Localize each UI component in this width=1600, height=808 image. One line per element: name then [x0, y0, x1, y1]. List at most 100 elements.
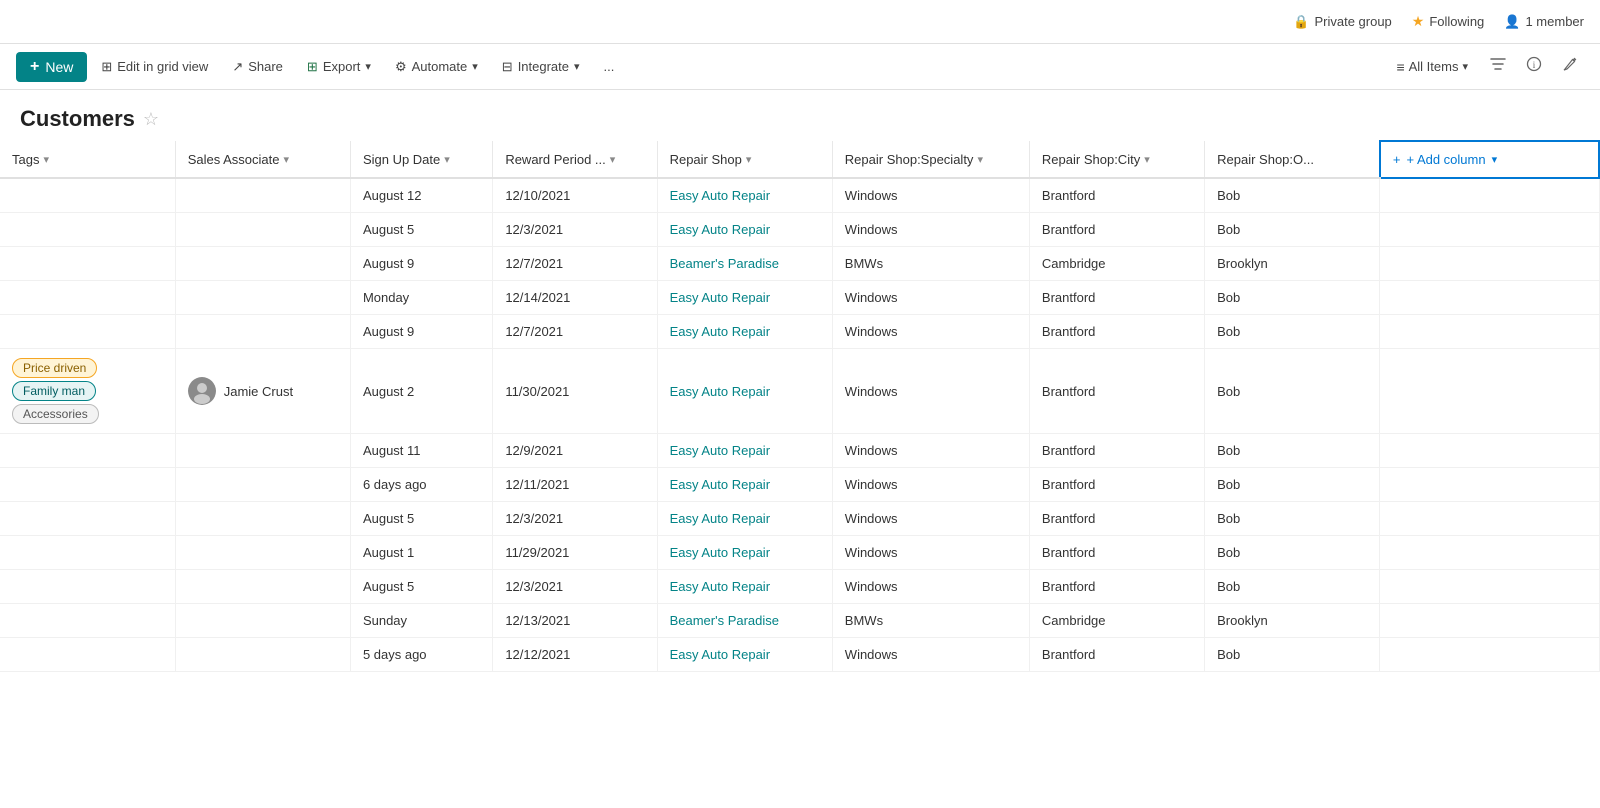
col-header-repair-shop[interactable]: Repair Shop ▾: [657, 141, 832, 178]
cell-repair-shop[interactable]: Beamer's Paradise: [657, 604, 832, 638]
table-row[interactable]: August 111/29/2021Easy Auto RepairWindow…: [0, 536, 1599, 570]
view-selector[interactable]: ≡ All Items ▾: [1388, 55, 1476, 79]
repair-shop-link[interactable]: Easy Auto Repair: [670, 579, 770, 594]
repair-shop-link[interactable]: Easy Auto Repair: [670, 477, 770, 492]
col-sales-associate-label: Sales Associate: [188, 152, 280, 167]
automate-button[interactable]: ⚙ Automate ▾: [385, 54, 488, 80]
table-row[interactable]: 5 days ago12/12/2021Easy Auto RepairWind…: [0, 638, 1599, 672]
cell-repair-shop[interactable]: Easy Auto Repair: [657, 536, 832, 570]
table-row[interactable]: August 1112/9/2021Easy Auto RepairWindow…: [0, 434, 1599, 468]
more-label: ...: [604, 59, 615, 74]
more-button[interactable]: ...: [594, 54, 625, 79]
repair-shop-link[interactable]: Easy Auto Repair: [670, 545, 770, 560]
cell-sign-up-date: 6 days ago: [350, 468, 492, 502]
cell-repair-shop[interactable]: Easy Auto Repair: [657, 502, 832, 536]
col-header-repair-shop-city[interactable]: Repair Shop:City ▾: [1029, 141, 1204, 178]
table-row[interactable]: August 512/3/2021Easy Auto RepairWindows…: [0, 502, 1599, 536]
col-header-repair-shop-o[interactable]: Repair Shop:O...: [1205, 141, 1380, 178]
cell-repair-shop[interactable]: Easy Auto Repair: [657, 213, 832, 247]
cell-reward-period: 12/3/2021: [493, 213, 657, 247]
cell-sales-associate: [175, 213, 350, 247]
repair-shop-link[interactable]: Beamer's Paradise: [670, 256, 779, 271]
new-button[interactable]: + New: [16, 52, 87, 82]
cell-reward-period: 11/29/2021: [493, 536, 657, 570]
col-header-repair-shop-specialty[interactable]: Repair Shop:Specialty ▾: [832, 141, 1029, 178]
table-row[interactable]: August 912/7/2021Beamer's ParadiseBMWsCa…: [0, 247, 1599, 281]
cell-sales-associate: [175, 468, 350, 502]
col-header-sales-associate[interactable]: Sales Associate ▾: [175, 141, 350, 178]
cell-add-column: [1380, 570, 1599, 604]
cell-sales-associate: [175, 178, 350, 213]
table-row[interactable]: 6 days ago12/11/2021Easy Auto RepairWind…: [0, 468, 1599, 502]
info-icon: i: [1526, 56, 1542, 72]
table-row[interactable]: August 912/7/2021Easy Auto RepairWindows…: [0, 315, 1599, 349]
cell-repair-shop[interactable]: Easy Auto Repair: [657, 434, 832, 468]
info-button[interactable]: i: [1520, 52, 1548, 81]
export-button[interactable]: ⊞ Export ▾: [297, 54, 381, 80]
cell-tags: Price drivenFamily manAccessories: [0, 349, 175, 434]
table-container[interactable]: Tags ▾ Sales Associate ▾ Sign Up Date ▾: [0, 140, 1600, 802]
repair-shop-link[interactable]: Easy Auto Repair: [670, 647, 770, 662]
repair-shop-link[interactable]: Easy Auto Repair: [670, 384, 770, 399]
integrate-button[interactable]: ⊟ Integrate ▾: [492, 54, 590, 80]
table-row[interactable]: Price drivenFamily manAccessories Jamie C…: [0, 349, 1599, 434]
cell-sign-up-date: August 2: [350, 349, 492, 434]
col-header-reward-period[interactable]: Reward Period ... ▾: [493, 141, 657, 178]
cell-specialty: Windows: [832, 349, 1029, 434]
favorite-star-icon[interactable]: ☆: [143, 109, 159, 130]
cell-sales-associate: [175, 536, 350, 570]
cell-add-column: [1380, 349, 1599, 434]
following-btn[interactable]: ★ Following: [1412, 13, 1484, 30]
chevron-down-icon: ▾: [610, 153, 616, 166]
col-repair-shop-city-label: Repair Shop:City: [1042, 152, 1140, 167]
cell-reward-period: 11/30/2021: [493, 349, 657, 434]
cell-repair-shop[interactable]: Easy Auto Repair: [657, 281, 832, 315]
share-button[interactable]: ↗ Share: [222, 54, 293, 80]
cell-city: Cambridge: [1029, 604, 1204, 638]
add-column-button[interactable]: + + Add column ▾: [1393, 152, 1497, 167]
repair-shop-link[interactable]: Beamer's Paradise: [670, 613, 779, 628]
table-row[interactable]: August 512/3/2021Easy Auto RepairWindows…: [0, 570, 1599, 604]
chevron-down-icon: ▾: [574, 60, 580, 73]
repair-shop-link[interactable]: Easy Auto Repair: [670, 324, 770, 339]
cell-tags: [0, 536, 175, 570]
table-row[interactable]: Sunday12/13/2021Beamer's ParadiseBMWsCam…: [0, 604, 1599, 638]
repair-shop-link[interactable]: Easy Auto Repair: [670, 443, 770, 458]
col-header-sign-up-date[interactable]: Sign Up Date ▾: [350, 141, 492, 178]
table-row[interactable]: August 1212/10/2021Easy Auto RepairWindo…: [0, 178, 1599, 213]
edit-button[interactable]: [1556, 52, 1584, 81]
person-icon: 👤: [1504, 14, 1520, 30]
cell-repair-shop[interactable]: Easy Auto Repair: [657, 178, 832, 213]
cell-tags: [0, 570, 175, 604]
table-row[interactable]: Monday12/14/2021Easy Auto RepairWindowsB…: [0, 281, 1599, 315]
cell-repair-shop[interactable]: Beamer's Paradise: [657, 247, 832, 281]
integrate-icon: ⊟: [502, 59, 513, 75]
cell-reward-period: 12/9/2021: [493, 434, 657, 468]
cell-repair-shop[interactable]: Easy Auto Repair: [657, 638, 832, 672]
repair-shop-link[interactable]: Easy Auto Repair: [670, 222, 770, 237]
cell-specialty: Windows: [832, 434, 1029, 468]
edit-grid-button[interactable]: ⊞ Edit in grid view: [91, 54, 218, 80]
automate-label: Automate: [412, 59, 468, 74]
cell-repair-shop[interactable]: Easy Auto Repair: [657, 315, 832, 349]
cell-add-column: [1380, 213, 1599, 247]
repair-shop-link[interactable]: Easy Auto Repair: [670, 188, 770, 203]
person-cell: Jamie Crust: [188, 377, 338, 405]
cell-repair-shop[interactable]: Easy Auto Repair: [657, 570, 832, 604]
cell-repair-shop[interactable]: Easy Auto Repair: [657, 349, 832, 434]
cell-repair-shop[interactable]: Easy Auto Repair: [657, 468, 832, 502]
table-row[interactable]: August 512/3/2021Easy Auto RepairWindows…: [0, 213, 1599, 247]
repair-shop-link[interactable]: Easy Auto Repair: [670, 511, 770, 526]
star-icon: ★: [1412, 13, 1425, 30]
table-header-row: Tags ▾ Sales Associate ▾ Sign Up Date ▾: [0, 141, 1599, 178]
filter-button[interactable]: [1484, 52, 1512, 81]
col-header-tags[interactable]: Tags ▾: [0, 141, 175, 178]
repair-shop-link[interactable]: Easy Auto Repair: [670, 290, 770, 305]
chevron-down-icon: ▾: [472, 60, 478, 73]
cell-owner: Bob: [1205, 638, 1380, 672]
cell-owner: Bob: [1205, 434, 1380, 468]
add-column-header[interactable]: + + Add column ▾: [1380, 141, 1599, 178]
cell-tags: [0, 178, 175, 213]
cell-reward-period: 12/3/2021: [493, 570, 657, 604]
top-bar: 🔒 Private group ★ Following 👤 1 member: [0, 0, 1600, 44]
